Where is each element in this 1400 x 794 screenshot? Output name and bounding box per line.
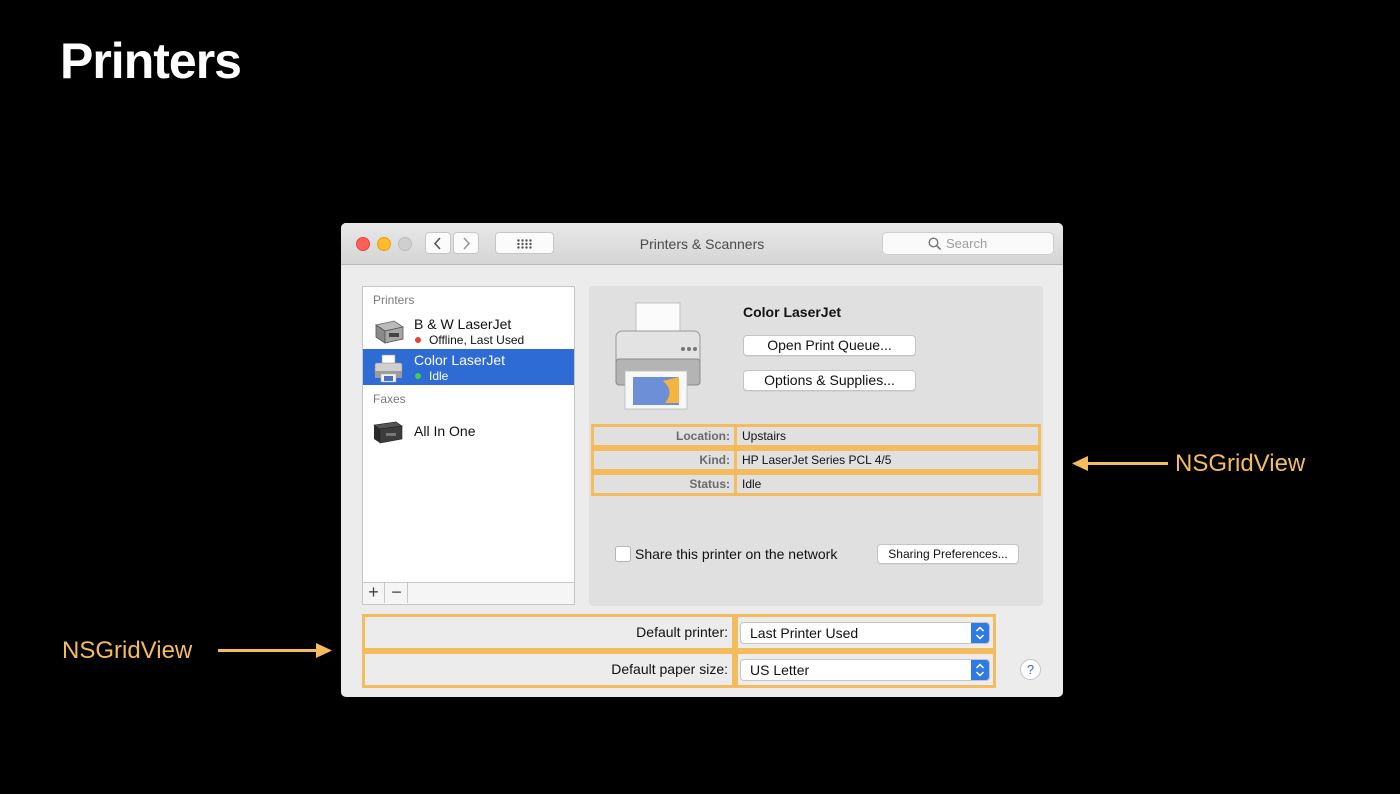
kind-value: HP LaserJet Series PCL 4/5 [737,448,1041,472]
popup-arrows-icon [971,660,989,680]
right-annotation-label: NSGridView [1175,450,1306,477]
help-button[interactable]: ? [1020,659,1041,680]
title-bar: Printers & Scanners [341,223,1063,265]
status-label: Status: [591,472,737,496]
add-printer-button[interactable]: + [363,583,385,603]
laser-printer-icon [374,320,405,344]
right-annotation-arrow-line [1084,462,1168,465]
left-annotation-arrow-line [218,649,320,652]
search-icon [928,237,942,251]
location-label: Location: [591,424,737,448]
printer-status: Offline, Last Used [429,333,525,347]
list-item-color-laserjet[interactable]: Color LaserJet Idle [363,349,574,385]
default-printer-popup[interactable]: Last Printer Used [740,622,990,644]
selected-printer-name: Color LaserJet [743,304,842,320]
all-in-one-printer-icon [373,421,403,444]
arrow-right-icon [316,643,332,658]
printers-scanners-window: Printers & Scanners Printers B & W Laser… [341,223,1063,697]
printers-section-header: Printers [373,293,415,307]
offline-status-dot [415,337,421,343]
popup-arrows-icon [971,623,989,643]
open-print-queue-button[interactable]: Open Print Queue... [743,335,916,356]
default-printer-value: Last Printer Used [750,625,859,641]
arrow-left-icon [1072,456,1088,471]
printer-detail-pane: Color LaserJet Open Print Queue... Optio… [589,286,1043,606]
default-printer-cell: Last Printer Used [735,614,996,651]
list-item-all-in-one[interactable]: All In One [363,413,574,449]
remove-printer-button[interactable]: − [386,583,408,603]
printer-name: B & W LaserJet [414,316,512,332]
share-printer-label[interactable]: Share this printer on the network [635,546,837,562]
printer-status: Idle [429,369,449,383]
paper-size-value: US Letter [750,662,810,678]
color-printer-icon [374,354,403,383]
search-input[interactable] [946,235,1046,252]
paper-size-cell: US Letter [735,651,996,688]
slide-title: Printers [60,33,242,89]
location-value: Upstairs [737,424,1041,448]
list-item-bw-laserjet[interactable]: B & W LaserJet Offline, Last Used [363,313,574,349]
printer-image [615,302,701,410]
share-printer-checkbox[interactable] [615,546,631,562]
printer-list: Printers B & W LaserJet Offline, Last Us… [362,286,575,605]
info-row-kind: Kind: HP LaserJet Series PCL 4/5 [591,448,1041,472]
default-printer-label: Default printer: [362,614,735,651]
sharing-preferences-button[interactable]: Sharing Preferences... [877,544,1019,564]
info-row-location: Location: Upstairs [591,424,1041,448]
info-row-status: Status: Idle [591,472,1041,496]
paper-size-popup[interactable]: US Letter [740,659,990,681]
list-toolbar: + − [363,582,574,604]
printer-name: Color LaserJet [414,352,506,368]
status-value: Idle [737,472,1041,496]
defaults-grid: Default printer: Last Printer Used Defau… [362,614,996,688]
kind-label: Kind: [591,448,737,472]
search-field[interactable] [882,232,1054,255]
left-annotation-label: NSGridView [62,637,193,664]
printer-name: All In One [414,423,476,439]
options-supplies-button[interactable]: Options & Supplies... [743,370,916,391]
paper-size-label: Default paper size: [362,651,735,688]
idle-status-dot [415,373,421,379]
faxes-section-header: Faxes [373,392,406,406]
